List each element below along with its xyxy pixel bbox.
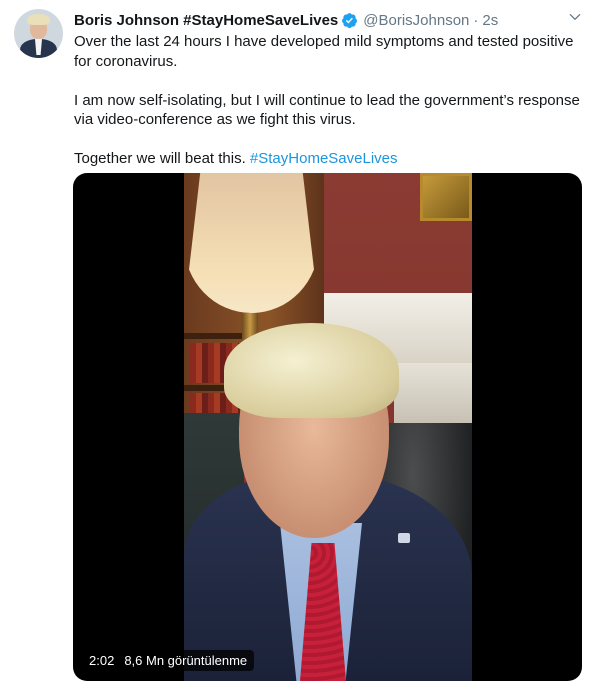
tweet-card[interactable]: Boris Johnson #StayHomeSaveLives @BorisJ… xyxy=(0,0,596,685)
verified-badge-icon xyxy=(342,12,358,28)
video-duration: 2:02 xyxy=(89,653,115,668)
tweet-header: Boris Johnson #StayHomeSaveLives @BorisJ… xyxy=(74,10,576,30)
tweet-timestamp[interactable]: 2s xyxy=(482,12,498,29)
tweet-paragraph: Together we will beat this. #StayHomeSav… xyxy=(74,149,584,169)
video-player[interactable]: 2:02 8,6 Mn görüntülenme xyxy=(73,173,582,681)
author-name[interactable]: Boris Johnson #StayHomeSaveLives xyxy=(74,12,338,29)
separator-dot: · xyxy=(473,11,479,29)
chevron-down-icon[interactable] xyxy=(568,10,582,24)
lapel-pin xyxy=(398,533,410,543)
avatar[interactable] xyxy=(14,9,63,58)
tweet-paragraph-text: Together we will beat this. xyxy=(74,150,250,167)
painting xyxy=(420,173,472,221)
tweet-text: Over the last 24 hours I have developed … xyxy=(74,32,584,188)
author-handle[interactable]: @BorisJohnson xyxy=(363,12,469,29)
hashtag-link[interactable]: #StayHomeSaveLives xyxy=(250,150,398,167)
video-frame xyxy=(184,173,472,681)
video-view-count: 8,6 Mn görüntülenme xyxy=(124,653,248,668)
avatar-hair xyxy=(27,14,50,25)
video-info-badge: 2:02 8,6 Mn görüntülenme xyxy=(82,650,255,671)
lamp-shade xyxy=(184,173,319,313)
tweet-paragraph: Over the last 24 hours I have developed … xyxy=(74,33,574,70)
tweet-paragraph: I am now self-isolating, but I will cont… xyxy=(74,91,580,129)
person-hair xyxy=(224,323,399,418)
